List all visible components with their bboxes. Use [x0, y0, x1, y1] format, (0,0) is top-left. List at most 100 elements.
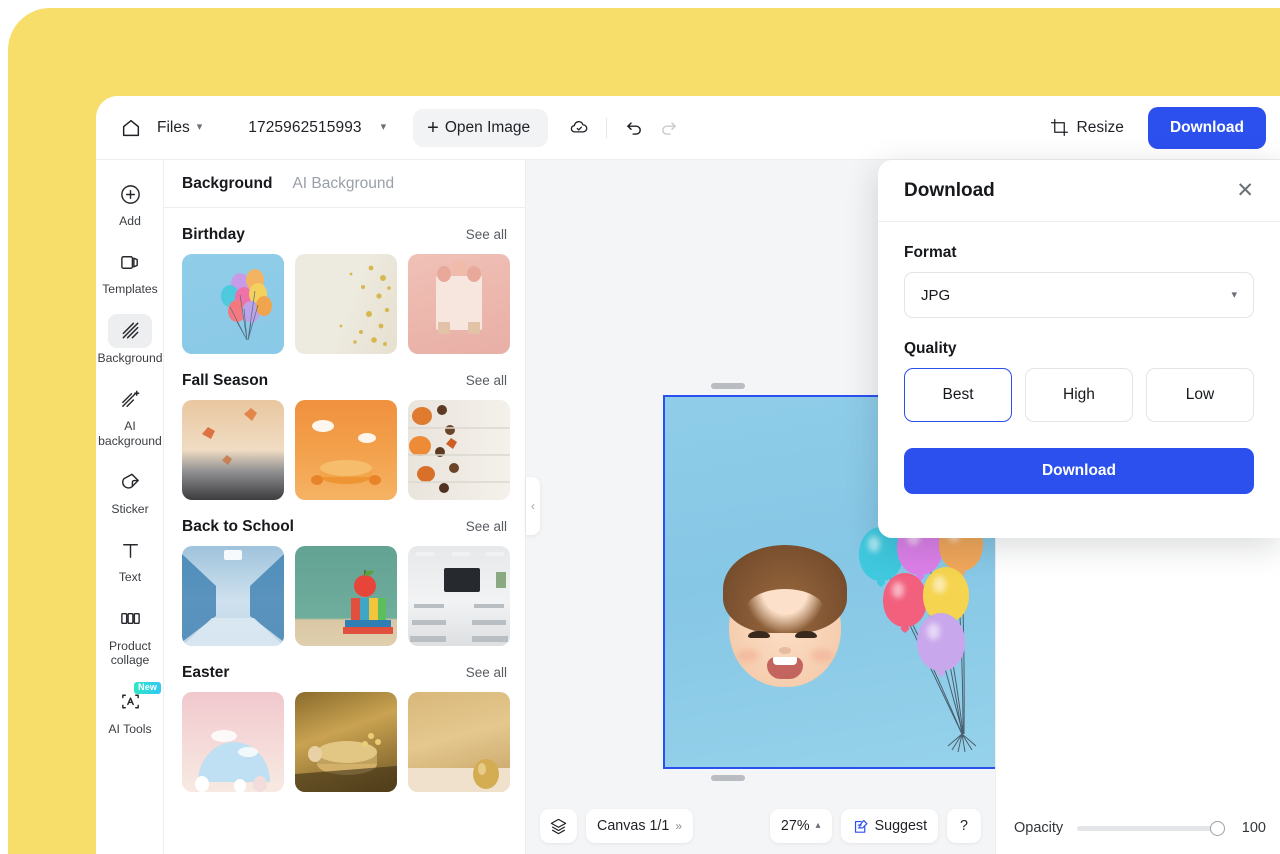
- background-thumb[interactable]: [182, 546, 284, 646]
- background-panel-scroll[interactable]: Birthday See all Fall Season See all Bac…: [164, 208, 525, 854]
- background-thumb[interactable]: [295, 546, 397, 646]
- sidebar-item-ai-tools[interactable]: New AI Tools: [96, 678, 164, 742]
- files-label: Files: [157, 118, 190, 136]
- sidebar-item-product-collage[interactable]: Product collage: [96, 595, 164, 674]
- baby-face-layer[interactable]: [723, 545, 847, 689]
- background-thumb[interactable]: [182, 254, 284, 354]
- sidebar-item-sticker[interactable]: Sticker: [96, 458, 164, 522]
- opacity-slider[interactable]: [1077, 820, 1225, 836]
- background-thumb[interactable]: [408, 692, 510, 792]
- background-thumb[interactable]: [295, 692, 397, 792]
- open-image-button[interactable]: + Open Image: [413, 108, 549, 147]
- panel-collapse-handle[interactable]: ‹: [526, 477, 540, 535]
- section-title: Back to School: [182, 518, 294, 535]
- chevron-down-icon: ▾: [380, 121, 387, 133]
- background-thumb[interactable]: [182, 400, 284, 500]
- zoom-control[interactable]: 27% ▴: [769, 809, 832, 843]
- suggest-icon: [854, 819, 868, 833]
- tab-background[interactable]: Background: [182, 175, 272, 193]
- quality-option-best[interactable]: Best: [904, 368, 1012, 422]
- resize-button[interactable]: Resize: [1040, 111, 1134, 144]
- crop-icon: [1050, 118, 1068, 137]
- chevron-up-icon: ▴: [815, 820, 821, 831]
- filename-label: 1725962515993: [248, 118, 362, 136]
- mouth: [767, 657, 803, 679]
- plus-icon: +: [427, 116, 439, 139]
- background-icon: [108, 313, 152, 348]
- sidebar-item-ai-background[interactable]: AI background: [96, 375, 164, 454]
- hair-notch: [745, 589, 825, 633]
- canvas-selector[interactable]: Canvas 1/1 »: [586, 809, 694, 843]
- chevron-down-icon: ▾: [1231, 288, 1237, 301]
- download-button[interactable]: Download: [1147, 106, 1266, 149]
- filename-menu[interactable]: 1725962515993 ▾: [239, 113, 395, 143]
- canvas-label: Canvas 1/1: [597, 818, 670, 834]
- sidebar-item-templates[interactable]: Templates: [96, 238, 164, 302]
- eye-right: [795, 631, 817, 638]
- see-all-link[interactable]: See all: [466, 227, 507, 242]
- format-value: JPG: [921, 286, 951, 304]
- sidebar-item-background[interactable]: Background: [96, 307, 164, 371]
- sidebar-item-label: Text: [118, 570, 142, 585]
- artboard-handle-top[interactable]: [711, 383, 745, 389]
- top-toolbar: Files ▾ 1725962515993 ▾ + Open Image Res…: [96, 96, 1280, 160]
- nose: [779, 647, 791, 654]
- background-panel: Background AI Background Birthday See al…: [164, 160, 526, 854]
- quality-options: Best High Low: [904, 368, 1254, 422]
- thumb-row: [182, 546, 510, 646]
- chevron-down-icon: ▾: [196, 121, 203, 133]
- see-all-link[interactable]: See all: [466, 519, 507, 534]
- download-confirm-button[interactable]: Download: [904, 448, 1254, 494]
- open-image-label: Open Image: [444, 118, 531, 136]
- background-thumb[interactable]: [408, 254, 510, 354]
- background-thumb[interactable]: [182, 692, 284, 792]
- resize-label: Resize: [1076, 118, 1124, 136]
- toolbar-divider: [606, 117, 608, 138]
- thumb-row: [182, 400, 510, 500]
- suggest-label: Suggest: [874, 818, 928, 834]
- layers-button[interactable]: [540, 809, 577, 843]
- section-header: Fall Season See all: [182, 354, 507, 400]
- section-header: Easter See all: [182, 646, 507, 692]
- close-icon[interactable]: ✕: [1236, 180, 1254, 201]
- opacity-value: 100: [1241, 820, 1266, 836]
- section-title: Birthday: [182, 226, 245, 243]
- see-all-link[interactable]: See all: [466, 373, 507, 388]
- cheek-right: [811, 649, 833, 662]
- quality-option-high[interactable]: High: [1025, 368, 1133, 422]
- redo-icon[interactable]: [651, 111, 685, 145]
- sidebar-item-text[interactable]: Text: [96, 526, 164, 590]
- sidebar-item-label: AI Tools: [108, 721, 152, 736]
- teeth: [773, 657, 797, 665]
- opacity-slider-knob[interactable]: [1210, 820, 1225, 836]
- download-modal-title: Download: [904, 179, 995, 201]
- background-panel-tabs: Background AI Background: [164, 160, 525, 208]
- background-thumb[interactable]: [408, 400, 510, 500]
- undo-icon[interactable]: [617, 111, 651, 145]
- background-thumb[interactable]: [408, 546, 510, 646]
- format-select[interactable]: JPG ▾: [904, 272, 1254, 318]
- section-header: Birthday See all: [182, 208, 507, 254]
- section-header: Back to School See all: [182, 500, 507, 546]
- product-collage-icon: [108, 602, 152, 636]
- section-title: Easter: [182, 664, 230, 681]
- thumb-row: [182, 254, 510, 354]
- opacity-control: Opacity 100: [1014, 820, 1266, 836]
- see-all-link[interactable]: See all: [466, 665, 507, 680]
- balloon: [917, 613, 965, 671]
- artboard-handle-bottom[interactable]: [711, 775, 745, 781]
- quality-option-low[interactable]: Low: [1146, 368, 1254, 422]
- download-modal-body: Format JPG ▾ Quality Best High Low: [878, 222, 1280, 422]
- home-icon[interactable]: [114, 111, 148, 145]
- background-thumb[interactable]: [295, 400, 397, 500]
- help-button[interactable]: ?: [947, 809, 981, 843]
- background-thumb[interactable]: [295, 254, 397, 354]
- templates-icon: [108, 245, 152, 279]
- cheek-left: [737, 649, 759, 662]
- files-menu[interactable]: Files ▾: [148, 113, 211, 143]
- left-sidebar: Add Templates Background AI background S…: [96, 160, 164, 854]
- suggest-button[interactable]: Suggest: [840, 809, 939, 843]
- cloud-saved-icon[interactable]: [562, 111, 596, 145]
- sidebar-item-add[interactable]: Add: [96, 170, 164, 234]
- tab-ai-background[interactable]: AI Background: [292, 175, 394, 193]
